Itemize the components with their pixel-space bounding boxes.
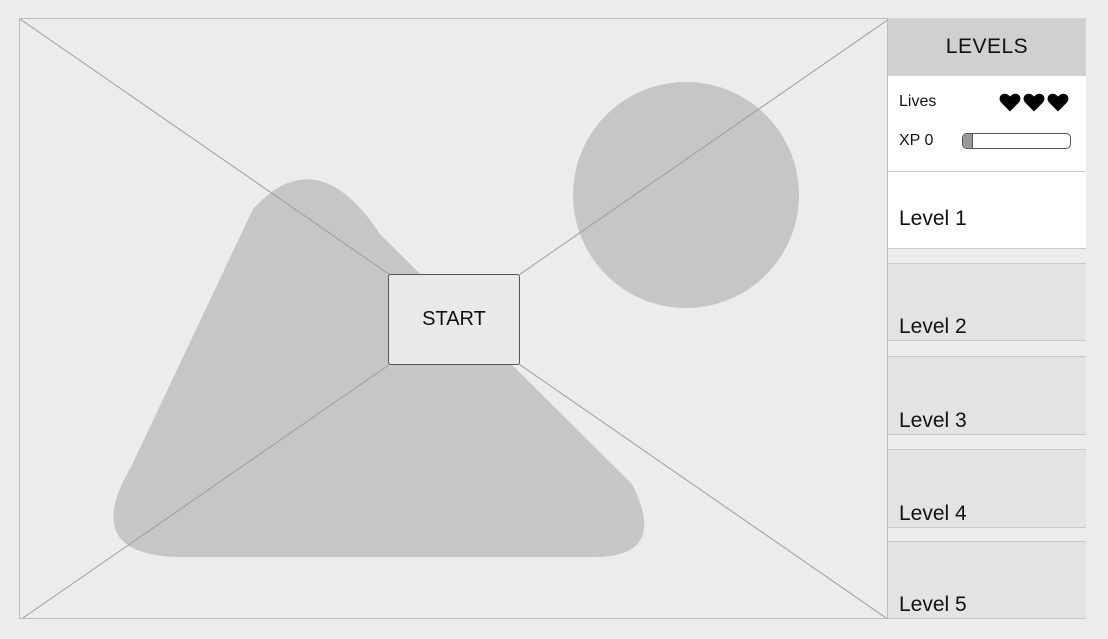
level-item-1[interactable]: Level 1 bbox=[888, 171, 1086, 249]
level-label: Level 5 bbox=[899, 593, 967, 616]
level-item-3[interactable]: Level 3 bbox=[888, 356, 1086, 435]
xp-label: XP 0 bbox=[899, 132, 934, 149]
heart-icon bbox=[1023, 93, 1045, 112]
levels-sidebar: LEVELS Lives XP 0 Level 1 Level 2 Level … bbox=[888, 18, 1086, 619]
lives-label: Lives bbox=[899, 93, 937, 110]
game-canvas: START bbox=[19, 18, 888, 619]
start-button[interactable]: START bbox=[388, 274, 520, 365]
stats-panel: Lives XP 0 bbox=[888, 76, 1086, 171]
xp-progress-bar bbox=[962, 133, 1071, 149]
levels-title: LEVELS bbox=[888, 18, 1086, 76]
sun-shape bbox=[573, 82, 799, 308]
level-label: Level 4 bbox=[899, 502, 967, 525]
heart-icon bbox=[1047, 93, 1069, 112]
lives-hearts bbox=[998, 90, 1070, 114]
level-label: Level 3 bbox=[899, 409, 967, 432]
xp-progress-fill bbox=[963, 134, 973, 148]
level-item-2[interactable]: Level 2 bbox=[888, 263, 1086, 341]
level-item-5[interactable]: Level 5 bbox=[888, 541, 1086, 619]
level-label: Level 1 bbox=[899, 207, 967, 230]
heart-icon bbox=[999, 93, 1021, 112]
level-item-4[interactable]: Level 4 bbox=[888, 449, 1086, 528]
level-label: Level 2 bbox=[899, 315, 967, 338]
